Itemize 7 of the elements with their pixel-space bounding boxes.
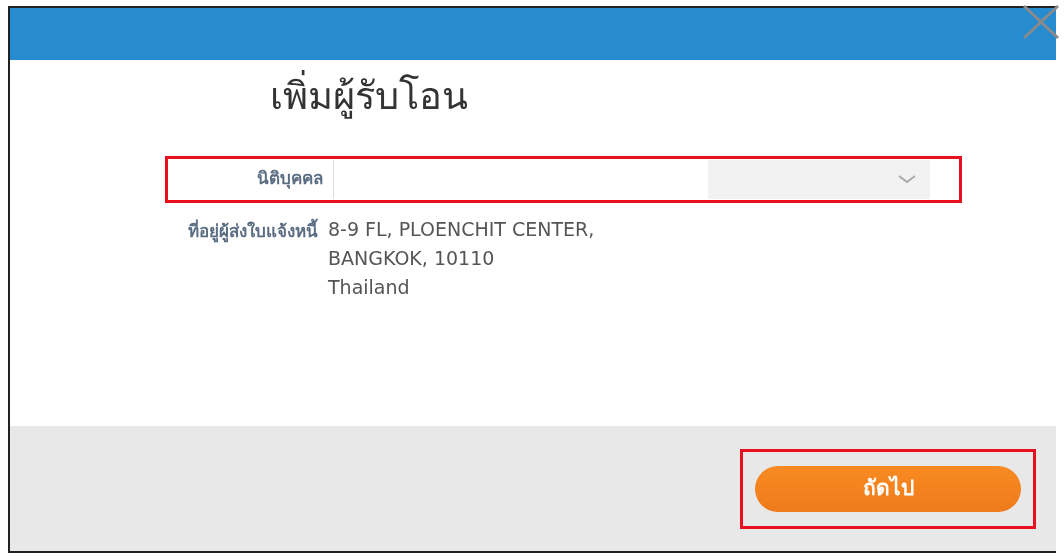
address-text: 8-9 FL, PLOENCHIT CENTER, BANGKOK, 10110 Thailand (328, 216, 595, 300)
chevron-down-icon (898, 174, 916, 185)
next-button[interactable]: ถัดไป (755, 465, 1021, 512)
field-label: ที่อยู่ผู้ส่งใบแจ้งหนี้ (187, 218, 319, 245)
close-icon[interactable] (1020, 2, 1062, 42)
field-label: นิติบุคคล (256, 167, 324, 191)
dropdown-field[interactable] (333, 159, 930, 199)
